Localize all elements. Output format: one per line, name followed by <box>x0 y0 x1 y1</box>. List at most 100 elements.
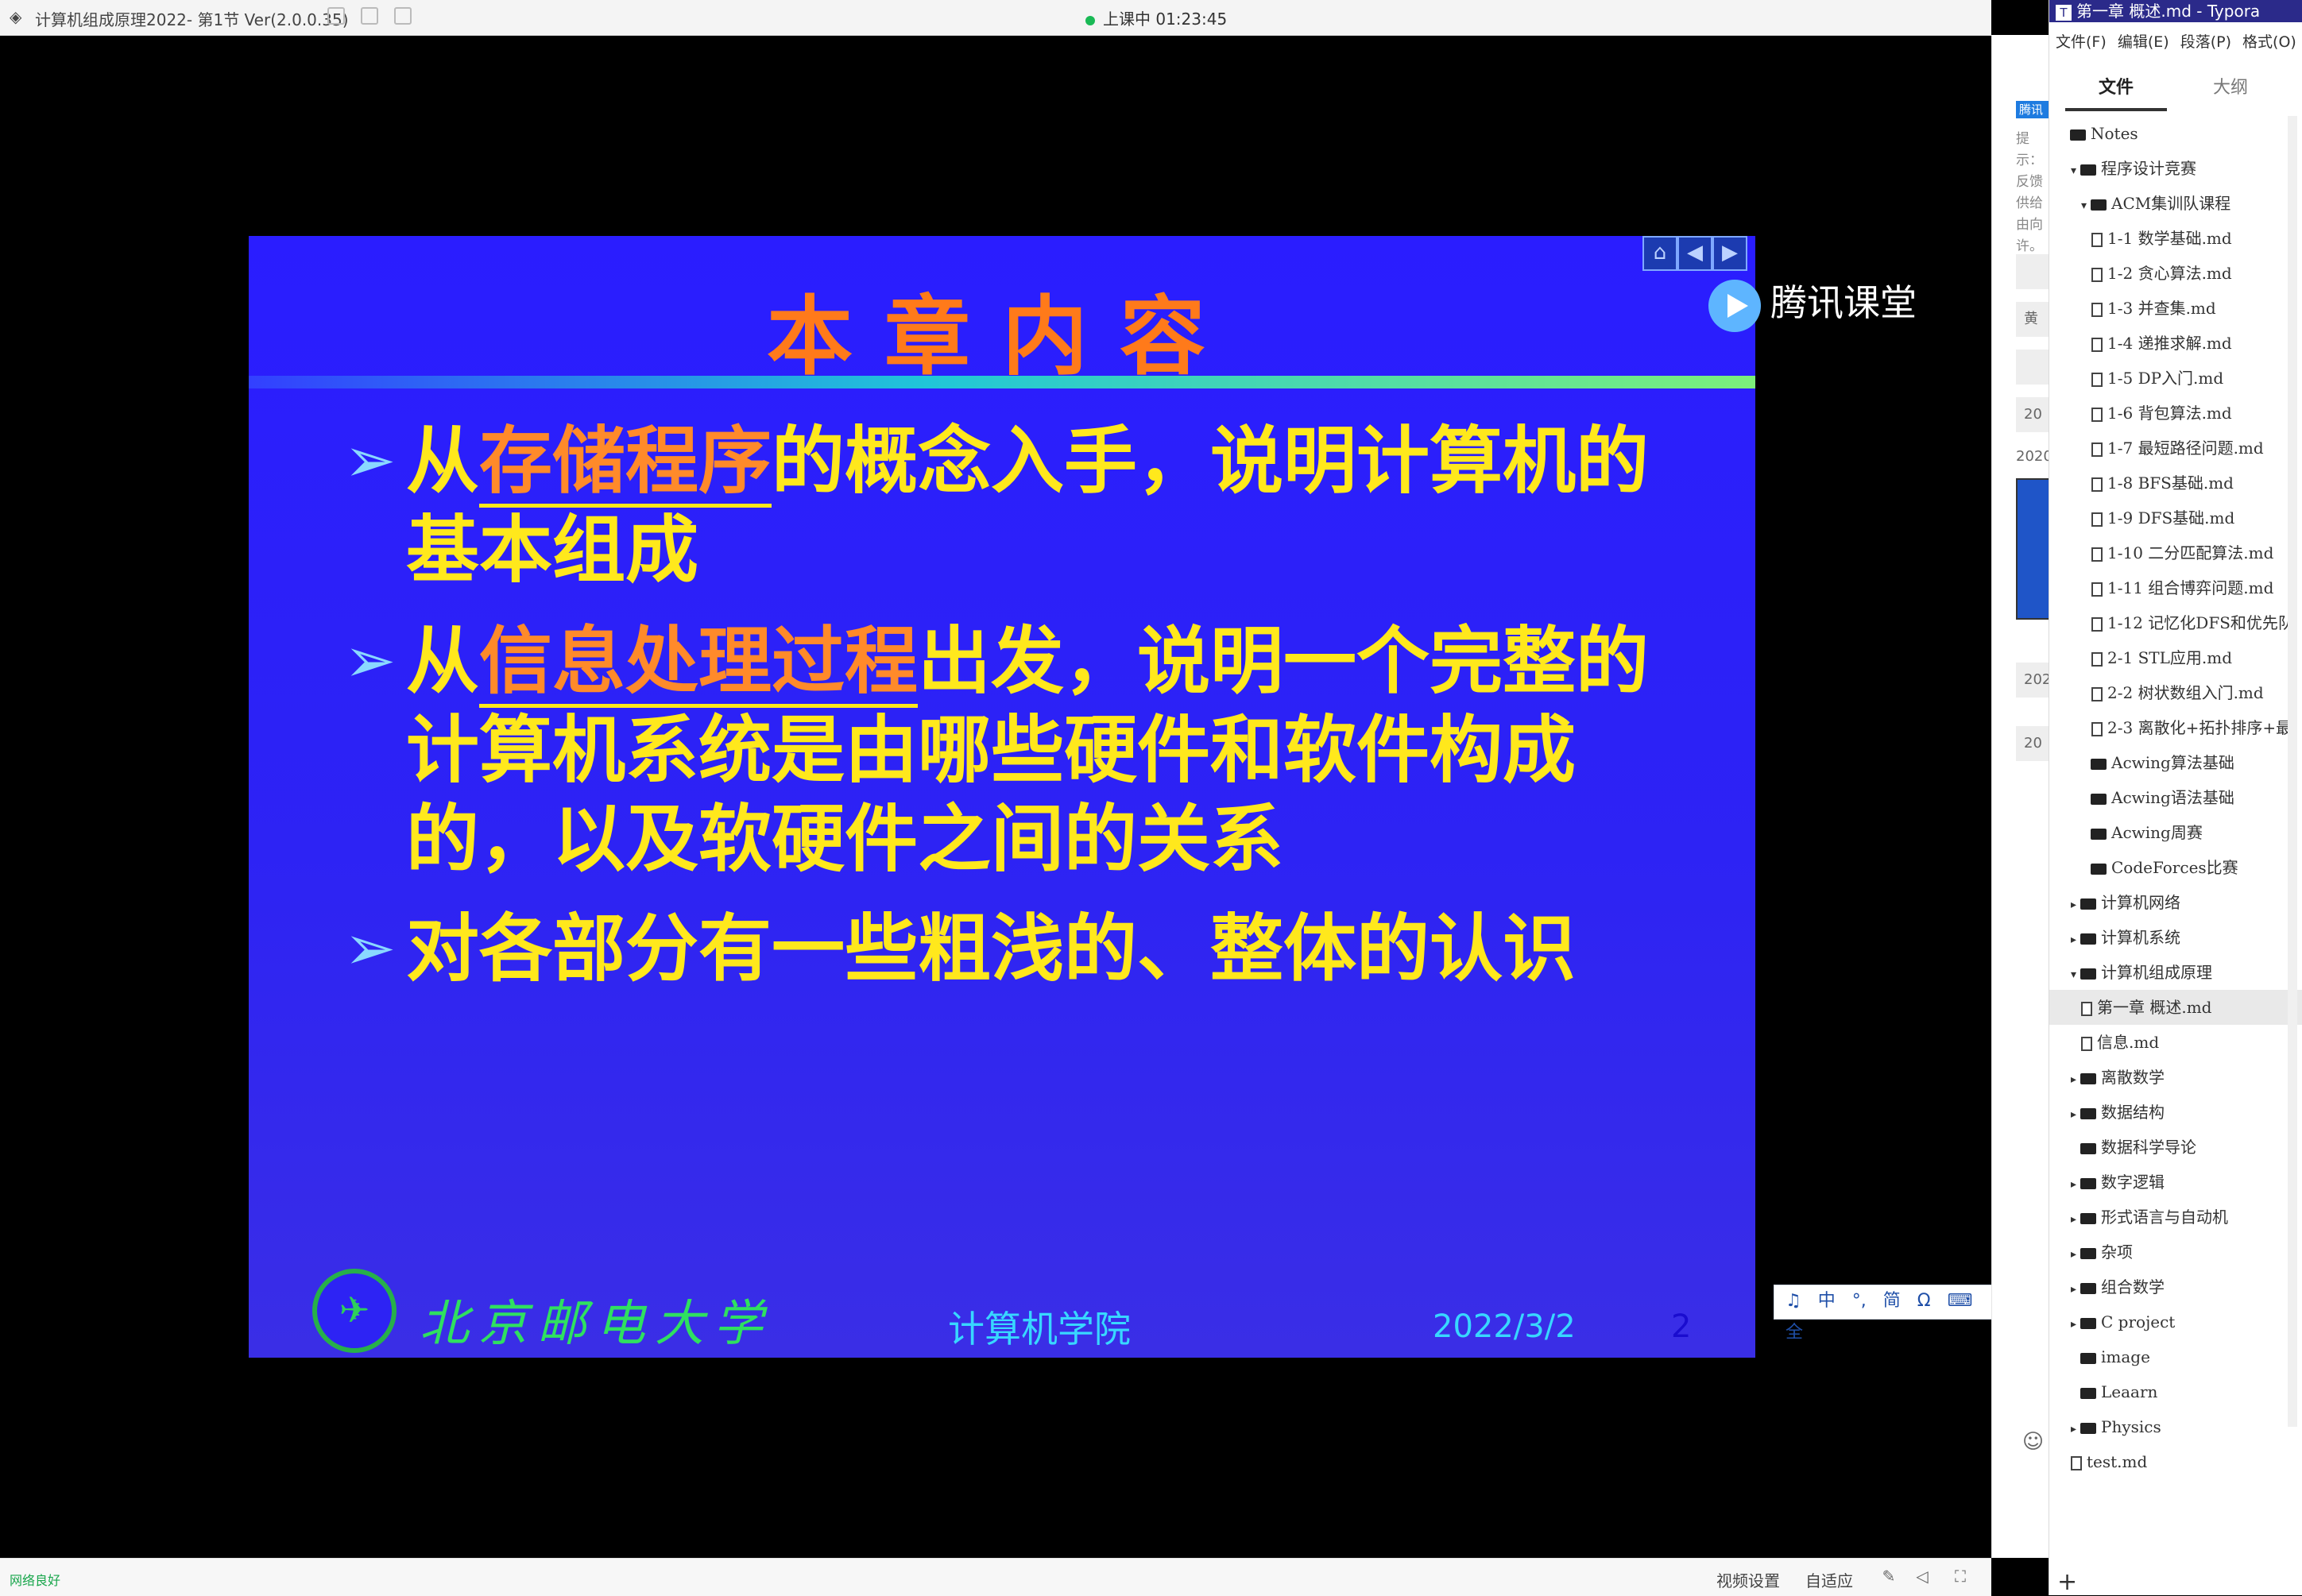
tree-folder[interactable]: ▸ 离散数学 <box>2049 1060 2302 1095</box>
caret-right-icon[interactable]: ▸ <box>2071 1237 2080 1269</box>
tree-file[interactable]: 1-2 贪心算法.md <box>2049 256 2302 291</box>
tree-file[interactable]: 2-3 离散化+拓扑排序+最 <box>2049 710 2302 745</box>
typora-menubar: 文件(F) 编辑(E) 段落(P) 格式(O) <box>2049 29 2302 56</box>
folder-icon <box>2091 758 2107 770</box>
tree-folder[interactable]: Acwing周赛 <box>2049 815 2302 850</box>
caret-right-icon[interactable]: ▸ <box>2071 1272 2080 1304</box>
tree-item-label: 1-7 最短路径问题.md <box>2107 439 2264 458</box>
ime-toolbar[interactable]: ♫ 中 °, 简 Ω ⌨ 全 <box>1774 1285 1993 1343</box>
menu-file[interactable]: 文件(F) <box>2056 29 2107 56</box>
tree-folder[interactable]: 数据科学导论 <box>2049 1130 2302 1165</box>
file-icon <box>2091 582 2103 597</box>
caret-right-icon[interactable]: ▸ <box>2071 1167 2080 1200</box>
ime-punct-toggle[interactable]: °, <box>1852 1285 1867 1317</box>
slide-next-icon[interactable]: ▶ <box>1712 236 1747 271</box>
tree-file[interactable]: 1-3 并查集.md <box>2049 291 2302 326</box>
tree-folder[interactable]: ▸ 数字逻辑 <box>2049 1165 2302 1200</box>
tree-file[interactable]: 第一章 概述.md <box>2049 990 2302 1025</box>
ime-voice-icon[interactable]: ♫ <box>1786 1285 1801 1317</box>
caret-down-icon[interactable]: ▾ <box>2071 153 2080 186</box>
tree-file[interactable]: 1-5 DP入门.md <box>2049 361 2302 396</box>
tree-folder[interactable]: ▸ 计算机网络 <box>2049 885 2302 920</box>
caret-right-icon[interactable]: ▸ <box>2071 1202 2080 1235</box>
tree-folder[interactable]: ▸ 组合数学 <box>2049 1269 2302 1304</box>
home-icon[interactable] <box>394 7 412 25</box>
caret-right-icon[interactable]: ▸ <box>2071 1062 2080 1095</box>
slide-thumbnail[interactable] <box>2016 478 2049 620</box>
tree-file[interactable]: 1-7 最短路径问题.md <box>2049 431 2302 466</box>
tree-item-label: 1-12 记忆化DFS和优先队 <box>2107 613 2294 632</box>
caret-right-icon[interactable]: ▸ <box>2071 1097 2080 1130</box>
file-icon <box>2091 651 2103 667</box>
tree-file[interactable]: 2-1 STL应用.md <box>2049 640 2302 675</box>
file-icon <box>2091 616 2103 632</box>
tree-folder[interactable]: ▸ 杂项 <box>2049 1235 2302 1269</box>
side-panel-row[interactable]: 202 <box>2016 663 2049 698</box>
file-tree-scrollbar[interactable] <box>2288 116 2297 1427</box>
side-panel-row[interactable]: 20 <box>2016 397 2049 432</box>
file-icon <box>2091 512 2103 527</box>
tree-file[interactable]: 1-1 数学基础.md <box>2049 221 2302 256</box>
menu-format[interactable]: 格式(O) <box>2242 29 2296 56</box>
tree-folder[interactable]: Acwing算法基础 <box>2049 745 2302 780</box>
ime-keyboard-button[interactable]: ⌨ <box>1948 1285 1973 1317</box>
ime-fullwidth-toggle[interactable]: 全 <box>1786 1317 1803 1349</box>
caret-right-icon[interactable]: ▸ <box>2071 922 2080 955</box>
share-icon[interactable] <box>361 7 378 25</box>
caret-down-icon[interactable]: ▾ <box>2081 188 2091 221</box>
tree-folder[interactable]: ▾ ACM集训队课程 <box>2049 186 2302 221</box>
slide-prev-icon[interactable]: ◀ <box>1677 236 1712 271</box>
edit-icon[interactable] <box>327 7 345 25</box>
tree-folder[interactable]: ▾ 程序设计竞赛 <box>2049 151 2302 186</box>
side-panel-row[interactable] <box>2016 350 2049 385</box>
tree-file[interactable]: 1-4 递推求解.md <box>2049 326 2302 361</box>
side-panel-hint: 提示：反馈供给由向许。 <box>2016 131 2043 254</box>
tree-file[interactable]: 1-12 记忆化DFS和优先队 <box>2049 605 2302 640</box>
tree-item-label: 计算机网络 <box>2101 893 2180 912</box>
tab-files[interactable]: 文件 <box>2065 73 2167 111</box>
tree-folder[interactable]: ▸ 计算机系统 <box>2049 920 2302 955</box>
side-panel-row[interactable]: 黄 <box>2016 302 2049 337</box>
add-file-button[interactable]: + <box>2057 1568 2077 1596</box>
tree-file[interactable]: test.md <box>2049 1444 2302 1479</box>
caret-right-icon[interactable]: ▸ <box>2071 1307 2080 1339</box>
tree-file[interactable]: 1-6 背包算法.md <box>2049 396 2302 431</box>
bullet-arrow-icon: ➢ <box>344 625 397 697</box>
tree-file[interactable]: 信息.md <box>2049 1025 2302 1060</box>
fullscreen-icon[interactable]: ⛶ <box>1952 1567 1969 1585</box>
caret-down-icon[interactable]: ▾ <box>2071 957 2080 990</box>
emoji-icon[interactable]: ☺ <box>2022 1430 2044 1454</box>
ime-simplified-toggle[interactable]: 简 <box>1883 1285 1901 1317</box>
video-settings-button[interactable]: 视频设置 <box>1716 1568 1780 1591</box>
volume-icon[interactable]: ◁ <box>1913 1567 1931 1585</box>
ime-chinese-toggle[interactable]: 中 <box>1818 1285 1836 1317</box>
tree-folder[interactable]: Leaarn <box>2049 1374 2302 1409</box>
tree-folder[interactable]: ▾ 计算机组成原理 <box>2049 955 2302 990</box>
tab-outline[interactable]: 大纲 <box>2180 73 2281 99</box>
side-panel-row[interactable] <box>2016 254 2049 289</box>
tree-folder[interactable]: CodeForces比赛 <box>2049 850 2302 885</box>
tree-file[interactable]: 2-2 树状数组入门.md <box>2049 675 2302 710</box>
file-icon <box>2091 442 2103 457</box>
tree-file[interactable]: 1-9 DFS基础.md <box>2049 500 2302 535</box>
tree-folder[interactable]: ▸ 数据结构 <box>2049 1095 2302 1130</box>
ime-symbol-button[interactable]: Ω <box>1917 1285 1931 1317</box>
file-icon <box>2091 372 2103 387</box>
menu-edit[interactable]: 编辑(E) <box>2118 29 2169 56</box>
tree-folder[interactable]: Acwing语法基础 <box>2049 780 2302 815</box>
tree-folder[interactable]: ▸ C project <box>2049 1304 2302 1339</box>
tree-folder[interactable]: image <box>2049 1339 2302 1374</box>
tree-file[interactable]: 1-11 组合博弈问题.md <box>2049 570 2302 605</box>
tree-folder[interactable]: ▸ Physics <box>2049 1409 2302 1444</box>
tree-file[interactable]: 1-10 二分匹配算法.md <box>2049 535 2302 570</box>
caret-right-icon[interactable]: ▸ <box>2071 1412 2080 1444</box>
tree-folder[interactable]: Notes <box>2049 116 2299 151</box>
menu-paragraph[interactable]: 段落(P) <box>2180 29 2231 56</box>
tree-file[interactable]: 1-8 BFS基础.md <box>2049 466 2302 500</box>
tree-folder[interactable]: ▸ 形式语言与自动机 <box>2049 1200 2302 1235</box>
side-panel-row[interactable]: 20 <box>2016 726 2049 761</box>
slide-home-icon[interactable]: ⌂ <box>1642 236 1677 271</box>
auto-fit-button[interactable]: 自适应 <box>1805 1568 1853 1591</box>
mic-icon[interactable]: ✎ <box>1880 1567 1898 1585</box>
caret-right-icon[interactable]: ▸ <box>2071 887 2080 920</box>
